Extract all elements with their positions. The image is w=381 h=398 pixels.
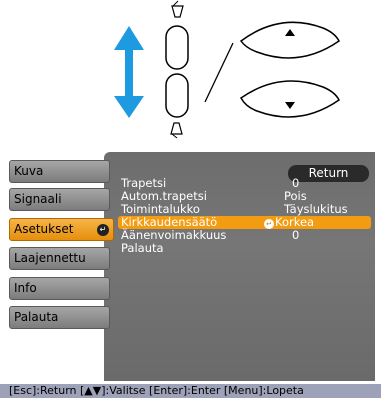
menu-item-palauta[interactable]: Palauta xyxy=(9,306,110,329)
enter-icon: ↵ xyxy=(97,224,109,236)
menu-item-label: Info xyxy=(14,281,37,295)
down-arrow-button-icon xyxy=(240,80,340,118)
keystone-illustration xyxy=(114,0,340,139)
vertical-double-arrow-icon xyxy=(114,26,144,118)
menu-item-label: Laajennettu xyxy=(14,251,86,265)
submenu-panel: Return Trapetsi 0 Autom.trapetsi Pois To… xyxy=(104,152,375,381)
menu-item-label: Asetukset xyxy=(14,222,74,236)
menu-item-kuva[interactable]: Kuva xyxy=(9,160,110,183)
key-help-text: [Esc]:Return [▲▼]:Valitse [Enter]:Enter … xyxy=(9,384,304,397)
menu-item-info[interactable]: Info xyxy=(9,277,110,300)
row-value: Korkea xyxy=(275,215,315,229)
enter-icon: ↵ xyxy=(264,219,274,229)
keystone-top-icon xyxy=(171,0,184,18)
menu-item-asetukset[interactable]: Asetukset ↵ xyxy=(9,218,114,241)
key-help-bar: [Esc]:Return [▲▼]:Valitse [Enter]:Enter … xyxy=(0,384,381,398)
row-value-wrap: ↵ Korkea xyxy=(264,216,314,229)
menu-item-label: Signaali xyxy=(14,192,62,206)
menu-item-signaali[interactable]: Signaali xyxy=(9,188,110,211)
row-label: Palauta xyxy=(121,241,164,255)
keystone-up-button xyxy=(165,25,189,70)
menu-item-label: Palauta xyxy=(14,310,59,324)
menu-row-palauta[interactable]: Palauta xyxy=(118,242,371,255)
row-value: 0 xyxy=(292,228,300,242)
keystone-bottom-icon xyxy=(170,122,183,139)
keystone-down-button xyxy=(165,73,189,118)
main-menu: Kuva Signaali Asetukset ↵ Laajennettu In… xyxy=(0,152,114,382)
menu-item-laajennettu[interactable]: Laajennettu xyxy=(9,247,110,270)
menu-item-label: Kuva xyxy=(14,164,44,178)
divider-line xyxy=(204,42,234,103)
up-arrow-button-icon xyxy=(239,21,340,59)
